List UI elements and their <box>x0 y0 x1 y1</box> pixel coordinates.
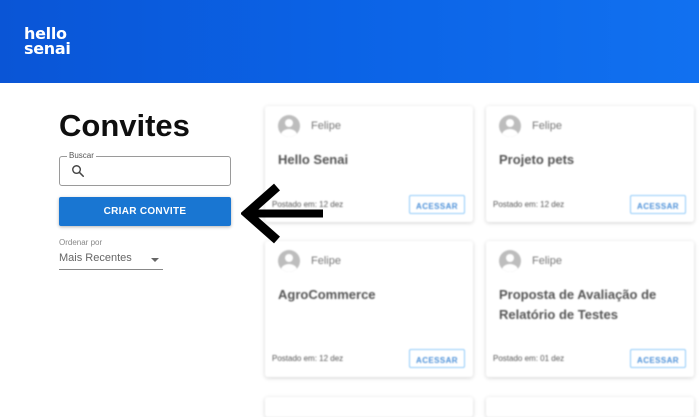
card-posted-date: Postado em: 12 dez <box>272 354 344 363</box>
card-title: AgroCommerce <box>278 287 376 302</box>
access-button[interactable]: ACESSAR <box>630 349 686 368</box>
invite-card-partial <box>486 397 694 417</box>
avatar <box>278 250 300 272</box>
card-author: Felipe <box>532 120 562 132</box>
card-title: Hello Senai <box>278 152 349 167</box>
invites-grid: Felipe Hello Senai Postado em: 12 dez AC… <box>0 0 699 417</box>
access-button[interactable]: ACESSAR <box>409 195 465 214</box>
card-title: Proposta de Avaliação de Relatório de Te… <box>499 287 657 322</box>
invite-card: Felipe Proposta de Avaliação de Relatóri… <box>486 241 694 377</box>
access-button[interactable]: ACESSAR <box>409 349 465 368</box>
avatar <box>278 115 300 137</box>
access-button[interactable]: ACESSAR <box>630 195 686 214</box>
card-title: Projeto pets <box>499 152 575 167</box>
avatar <box>499 115 521 137</box>
arrow-left-icon <box>241 183 323 244</box>
invite-card: Felipe Projeto pets Postado em: 12 dez A… <box>486 106 694 222</box>
card-posted-date: Postado em: 01 dez <box>493 354 565 363</box>
card-author: Felipe <box>532 255 562 267</box>
card-posted-date: Postado em: 12 dez <box>493 200 565 209</box>
invite-card-partial <box>265 397 473 417</box>
card-author: Felipe <box>311 120 341 132</box>
invite-card: Felipe AgroCommerce Postado em: 12 dez A… <box>265 241 473 377</box>
avatar <box>499 250 521 272</box>
card-author: Felipe <box>311 255 341 267</box>
